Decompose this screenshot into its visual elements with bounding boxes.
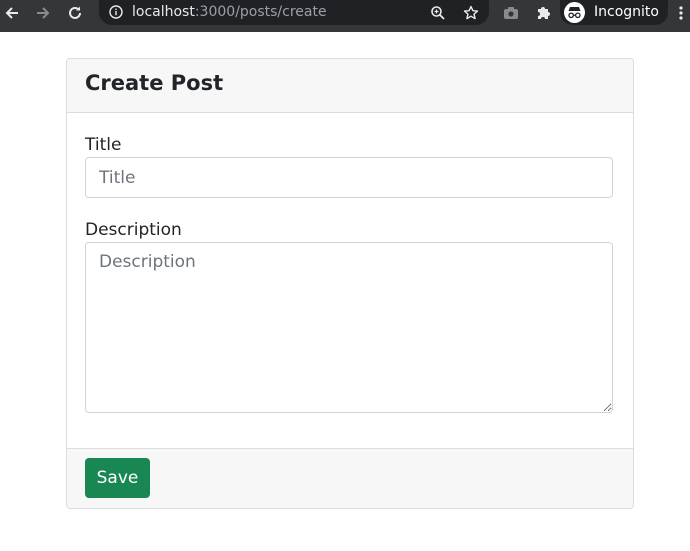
zoom-icon[interactable] [429,4,447,22]
url-path: :3000/posts/create [194,4,327,20]
star-icon[interactable] [462,4,480,22]
url-text[interactable]: localhost:3000/posts/create [132,3,327,21]
description-textarea[interactable] [85,242,613,413]
incognito-icon [564,2,585,23]
address-bar[interactable]: localhost:3000/posts/create [99,0,489,25]
create-post-card: Create Post Title Description Save [66,58,634,509]
card-footer: Save [67,448,633,508]
save-button[interactable]: Save [85,458,150,498]
url-host: localhost [132,4,195,20]
kebab-menu-icon[interactable] [672,0,690,25]
profile-button[interactable]: Incognito [560,0,668,25]
title-input[interactable] [85,157,613,198]
browser-toolbar: localhost:3000/posts/create Incognito [0,0,690,32]
page-title: Create Post [85,71,224,95]
puzzle-icon[interactable] [531,0,555,25]
profile-label: Incognito [594,4,659,20]
camera-icon[interactable] [499,0,523,25]
card-header: Create Post [67,59,633,113]
info-icon[interactable] [108,4,124,20]
reload-icon[interactable] [63,0,87,25]
title-label: Title [85,135,122,155]
back-arrow-icon[interactable] [0,0,24,25]
forward-arrow-icon[interactable] [31,0,55,25]
description-label: Description [85,220,182,240]
